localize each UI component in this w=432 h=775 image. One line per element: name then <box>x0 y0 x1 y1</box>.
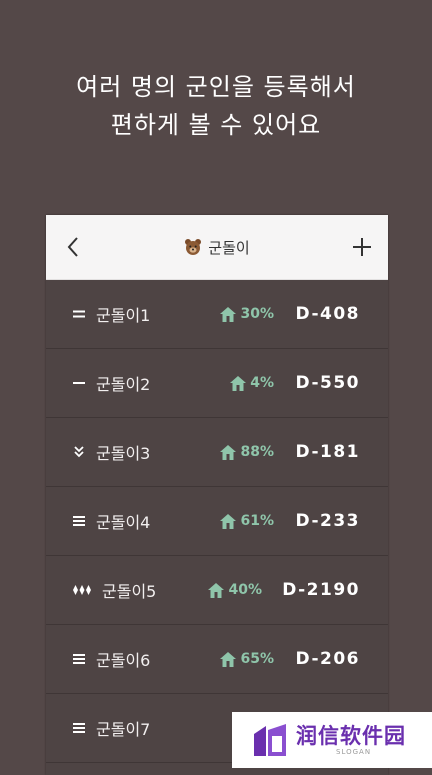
dday-count: D-181 <box>295 442 360 462</box>
progress-percent: 65% <box>240 651 274 667</box>
dday-count: D-206 <box>295 649 360 669</box>
watermark-slogan: SLOGAN <box>336 748 372 756</box>
progress-badge: 65% <box>220 651 274 667</box>
building-logo-icon <box>254 724 286 756</box>
progress-percent: 40% <box>228 582 262 598</box>
progress-badge: 88% <box>220 444 274 460</box>
dday-count: D-2190 <box>282 580 360 600</box>
bear-icon <box>185 239 202 255</box>
soldier-name: 군돌이1 <box>96 306 151 325</box>
phone-screen: 군돌이 군돌이1 30% D-408 군돌이2 4% D-550 군돌이3 88… <box>46 215 388 775</box>
watermark-title: 润信软件园 <box>296 724 406 748</box>
progress-badge: 30% <box>220 306 274 322</box>
plus-icon <box>353 238 371 256</box>
progress-percent: 61% <box>240 513 274 529</box>
progress-badge: 4% <box>230 375 274 391</box>
list-item[interactable]: 군돌이4 61% D-233 <box>46 487 388 556</box>
list-item[interactable]: 군돌이1 30% D-408 <box>46 280 388 349</box>
add-soldier-button[interactable] <box>350 235 374 259</box>
soldier-name: 군돌이5 <box>102 582 157 601</box>
home-icon <box>220 513 237 529</box>
progress-percent: 88% <box>240 444 274 460</box>
soldier-name: 군돌이3 <box>96 444 151 463</box>
progress-badge: 40% <box>208 582 262 598</box>
soldier-name: 군돌이2 <box>96 375 151 394</box>
rank-double-chevron-icon <box>74 446 84 458</box>
rank-one-bar-icon <box>73 382 85 384</box>
list-item[interactable]: 군돌이5 40% D-2190 <box>46 556 388 625</box>
rank-diamonds-icon <box>73 585 91 595</box>
watermark-text: 润信软件园 SLOGAN <box>296 724 406 756</box>
dday-count: D-233 <box>295 511 360 531</box>
page-title: 군돌이 <box>208 238 250 257</box>
home-icon <box>208 582 225 598</box>
list-item[interactable]: 군돌이3 88% D-181 <box>46 418 388 487</box>
headline: 여러 명의 군인을 등록해서 편하게 볼 수 있어요 <box>0 68 432 144</box>
title-group: 군돌이 <box>46 215 388 279</box>
home-icon <box>220 306 237 322</box>
watermark-banner: 润信软件园 SLOGAN <box>232 712 432 768</box>
dday-count: D-550 <box>295 373 360 393</box>
rank-three-bars-icon <box>73 723 85 733</box>
list-item[interactable]: 군돌이6 65% D-206 <box>46 625 388 694</box>
home-icon <box>230 375 247 391</box>
rank-three-bars-icon <box>73 654 85 664</box>
headline-line-1: 여러 명의 군인을 등록해서 <box>76 73 356 101</box>
list-item[interactable]: 군돌이2 4% D-550 <box>46 349 388 418</box>
top-bar: 군돌이 <box>46 215 388 280</box>
home-icon <box>220 651 237 667</box>
progress-percent: 30% <box>240 306 274 322</box>
home-icon <box>220 444 237 460</box>
soldier-name: 군돌이7 <box>96 720 151 739</box>
soldier-name: 군돌이4 <box>96 513 151 532</box>
dday-count: D-408 <box>295 304 360 324</box>
progress-percent: 4% <box>250 375 274 391</box>
headline-line-2: 편하게 볼 수 있어요 <box>110 111 322 139</box>
soldier-name: 군돌이6 <box>96 651 151 670</box>
progress-badge: 61% <box>220 513 274 529</box>
rank-two-bars-icon <box>73 310 85 318</box>
rank-three-bars-icon <box>73 516 85 526</box>
